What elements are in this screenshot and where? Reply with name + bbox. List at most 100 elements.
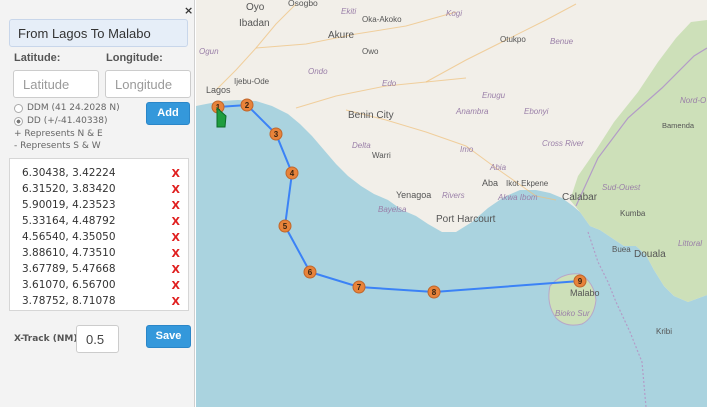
coordinate-list: 6.30438, 3.42224 X 6.31520, 3.83420 X 5.9001…	[9, 158, 189, 311]
ddm-radio-icon	[14, 103, 23, 113]
coordinate-text: 5.90019, 4.23523	[22, 199, 116, 211]
map-label-bamenda: Bamenda	[662, 121, 695, 130]
waypoint-number: 9	[578, 277, 583, 286]
delete-icon[interactable]: X	[172, 215, 180, 228]
map-label-malabo: Malabo	[570, 288, 600, 298]
waypoint-number: 6	[308, 268, 313, 277]
map-label-ikotekpene: Ikot Ekpene	[506, 179, 549, 188]
dd-radio-label: DD (+/-41.40338)	[27, 116, 108, 126]
xtrack-input[interactable]	[76, 325, 119, 353]
map-label-edo: Edo	[382, 79, 397, 88]
map-label-calabar: Calabar	[562, 192, 598, 203]
coordinate-text: 5.33164, 4.48792	[22, 215, 116, 227]
route-title: From Lagos To Malabo	[9, 19, 188, 47]
delete-icon[interactable]: X	[172, 247, 180, 260]
waypoint-marker[interactable]: 3	[269, 127, 283, 141]
map-view[interactable]: Oyo Osogbo Ekiti Ibadan Oka-Akoko Kogi Akure Ow…	[196, 0, 707, 407]
coordinate-row: 3.67789, 5.47668 X	[22, 261, 180, 277]
waypoint-marker[interactable]: 8	[427, 285, 441, 299]
map-label-aba: Aba	[482, 178, 498, 188]
delete-icon[interactable]: X	[172, 263, 180, 276]
waypoint-marker[interactable]: 4	[285, 166, 299, 180]
waypoint-marker[interactable]: 5	[278, 219, 292, 233]
delete-icon[interactable]: X	[172, 199, 180, 212]
ddm-radio[interactable]: DDM (41 24.2028 N)	[14, 103, 120, 113]
coordinate-text: 6.31520, 3.83420	[22, 183, 116, 195]
coordinate-text: 3.78752, 8.71078	[22, 295, 116, 307]
positive-note: + Represents N & E	[14, 129, 103, 139]
coordinate-row: 6.30438, 3.42224 X	[22, 165, 180, 181]
waypoint-marker[interactable]: 9	[573, 274, 587, 288]
map-label-oka: Oka-Akoko	[362, 15, 402, 24]
delete-icon[interactable]: X	[172, 167, 180, 180]
dd-radio[interactable]: DD (+/-41.40338)	[14, 116, 108, 126]
delete-icon[interactable]: X	[172, 183, 180, 196]
delete-icon[interactable]: X	[172, 279, 180, 292]
waypoint-number: 3	[274, 130, 279, 139]
map-label-rivers: Rivers	[442, 191, 465, 200]
map-label-delta: Delta	[352, 141, 371, 150]
map-label-littoral: Littoral	[678, 239, 702, 248]
coordinate-row: 5.90019, 4.23523 X	[22, 197, 180, 213]
map-label-ibadan: Ibadan	[239, 18, 270, 29]
longitude-input[interactable]	[105, 70, 191, 98]
map-label-akwaibom: Akwa Ibom	[497, 193, 538, 202]
waypoint-marker[interactable]: 6	[303, 265, 317, 279]
map-label-ekiti: Ekiti	[341, 7, 356, 16]
map-label-warri: Warri	[372, 151, 391, 160]
map-label-anambra: Anambra	[455, 107, 489, 116]
map-label-kumba: Kumba	[620, 209, 646, 218]
waypoint-number: 5	[283, 222, 288, 231]
xtrack-label: X-Track (NM)	[14, 334, 78, 344]
map-label-osogbo: Osogbo	[288, 0, 318, 8]
map-label-owo: Owo	[362, 47, 379, 56]
map-label-biokosur: Bioko Sur	[555, 309, 590, 318]
coordinate-row: 4.56540, 4.35050 X	[22, 229, 180, 245]
waypoint-marker[interactable]: 7	[352, 280, 366, 294]
map-label-abia: Abia	[489, 163, 507, 172]
close-icon[interactable]: ×	[184, 4, 193, 17]
map-label-sudouest: Sud-Ouest	[602, 183, 641, 192]
waypoint-number: 8	[432, 288, 437, 297]
map-label-kogi: Kogi	[446, 9, 462, 18]
save-button[interactable]: Save	[146, 325, 191, 348]
longitude-label: Longitude:	[106, 52, 163, 64]
route-panel: × From Lagos To Malabo Latitude: Longitu…	[0, 0, 195, 407]
coordinate-text: 3.88610, 4.73510	[22, 247, 116, 259]
map-label-yenagoa: Yenagoa	[396, 190, 431, 200]
map-label-buea: Buea	[612, 245, 631, 254]
negative-note: - Represents S & W	[14, 141, 101, 151]
coordinate-row: 3.78752, 8.71078 X	[22, 293, 180, 309]
map-canvas[interactable]: Oyo Osogbo Ekiti Ibadan Oka-Akoko Kogi Akure Ow…	[196, 0, 707, 407]
waypoint-marker[interactable]: 2	[240, 98, 254, 112]
map-label-ijebu: Ijebu-Ode	[234, 77, 270, 86]
latitude-input[interactable]	[13, 70, 99, 98]
coordinate-text: 3.67789, 5.47668	[22, 263, 116, 275]
dd-radio-icon	[14, 116, 23, 126]
coordinate-text: 6.30438, 3.42224	[22, 167, 116, 179]
map-label-douala: Douala	[634, 249, 666, 260]
map-label-lagos: Lagos	[206, 85, 231, 95]
latitude-label: Latitude:	[14, 52, 61, 64]
map-label-ogun: Ogun	[199, 47, 219, 56]
map-label-bayelsa: Bayelsa	[378, 205, 407, 214]
map-label-ondo: Ondo	[308, 67, 328, 76]
coordinate-row: 6.31520, 3.83420 X	[22, 181, 180, 197]
map-label-benue: Benue	[550, 37, 574, 46]
waypoint-number: 4	[290, 169, 295, 178]
map-label-porthar: Port Harcourt	[436, 214, 496, 225]
delete-icon[interactable]: X	[172, 231, 180, 244]
map-label-crossriver: Cross River	[542, 139, 584, 148]
map-label-nord: Nord-O	[680, 96, 706, 105]
map-label-enugu: Enugu	[482, 91, 506, 100]
map-label-benin: Benin City	[348, 110, 394, 121]
coordinate-row: 3.88610, 4.73510 X	[22, 245, 180, 261]
delete-icon[interactable]: X	[172, 295, 180, 308]
ddm-radio-label: DDM (41 24.2028 N)	[27, 103, 120, 113]
waypoint-number: 2	[245, 101, 250, 110]
map-label-akure: Akure	[328, 30, 355, 41]
add-button[interactable]: Add	[146, 102, 190, 125]
coordinate-text: 4.56540, 4.35050	[22, 231, 116, 243]
map-label-otukpo: Otukpo	[500, 35, 526, 44]
map-label-kribi: Kribi	[656, 327, 672, 336]
